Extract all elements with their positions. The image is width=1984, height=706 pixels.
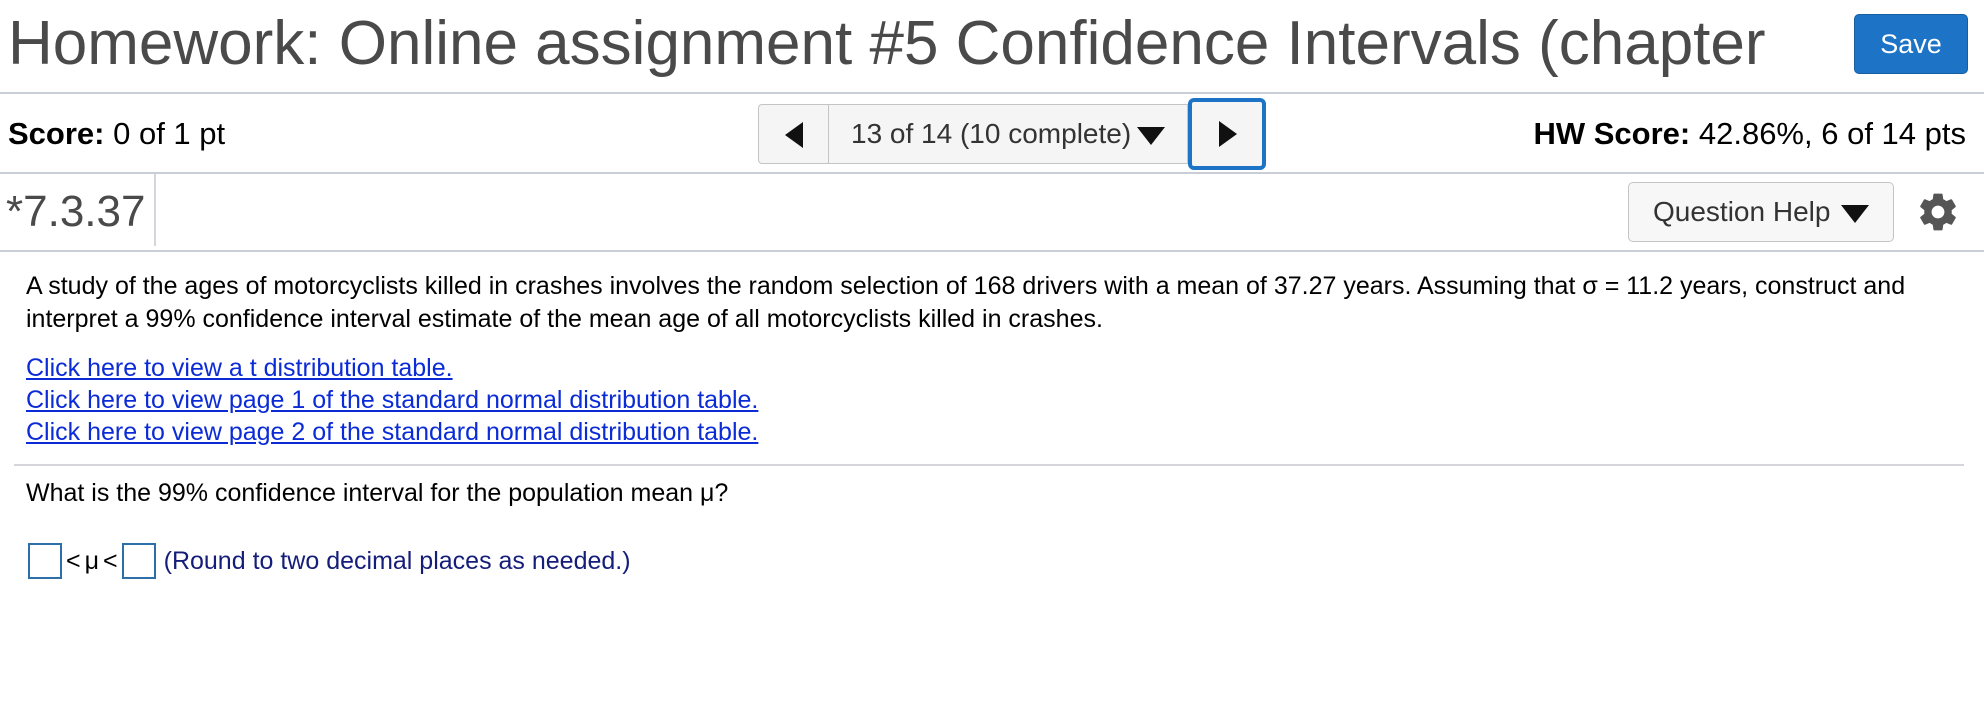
title-bar: Homework: Online assignment #5 Confidenc… (0, 0, 1984, 94)
caret-down-icon (1841, 205, 1869, 223)
question-position-text: 13 of 14 (10 complete) (851, 118, 1132, 149)
question-select-dropdown[interactable]: 13 of 14 (10 complete) (828, 104, 1188, 164)
answer-row: < μ < (Round to two decimal places as neede… (28, 540, 631, 580)
gear-icon[interactable] (1916, 190, 1960, 234)
normal-table-page-1-link[interactable]: Click here to view page 1 of the standar… (26, 384, 758, 416)
question-header: *7.3.37 Question Help (0, 174, 1984, 252)
mu-symbol: μ (84, 547, 100, 576)
question-header-divider (154, 174, 156, 246)
less-than-symbol: < (103, 547, 118, 576)
question-help-label: Question Help (1653, 196, 1831, 227)
arrow-right-icon (1219, 121, 1237, 147)
section-divider (14, 464, 1964, 466)
save-button[interactable]: Save (1854, 14, 1968, 74)
hw-score-label: HW Score: (1533, 116, 1691, 151)
previous-question-button[interactable] (758, 104, 828, 164)
less-than-symbol: < (66, 547, 81, 576)
question-prompt: What is the 99% confidence interval for … (26, 479, 729, 507)
arrow-left-icon (785, 122, 803, 148)
rounding-hint: (Round to two decimal places as needed.) (163, 547, 631, 576)
next-question-button[interactable] (1188, 98, 1266, 170)
problem-statement: A study of the ages of motorcyclists kil… (26, 272, 1906, 333)
upper-bound-input[interactable] (121, 543, 156, 580)
t-distribution-table-link[interactable]: Click here to view a t distribution tabl… (26, 352, 758, 384)
question-id: *7.3.37 (6, 187, 146, 236)
lower-bound-input[interactable] (28, 543, 62, 580)
page-title: Homework: Online assignment #5 Confidenc… (8, 9, 1766, 78)
score-value: 0 of 1 pt (113, 116, 226, 151)
homework-score: HW Score: 42.86%, 6 of 14 pts (1533, 114, 1966, 154)
caret-down-icon (1137, 127, 1165, 145)
reference-links: Click here to view a t distribution tabl… (26, 352, 758, 448)
normal-table-page-2-link[interactable]: Click here to view page 2 of the standar… (26, 416, 758, 448)
score-label: Score: (8, 116, 105, 151)
question-score: Score: 0 of 1 pt (8, 114, 225, 154)
question-help-button[interactable]: Question Help (1628, 182, 1894, 242)
hw-score-value: 42.86%, 6 of 14 pts (1698, 116, 1966, 151)
